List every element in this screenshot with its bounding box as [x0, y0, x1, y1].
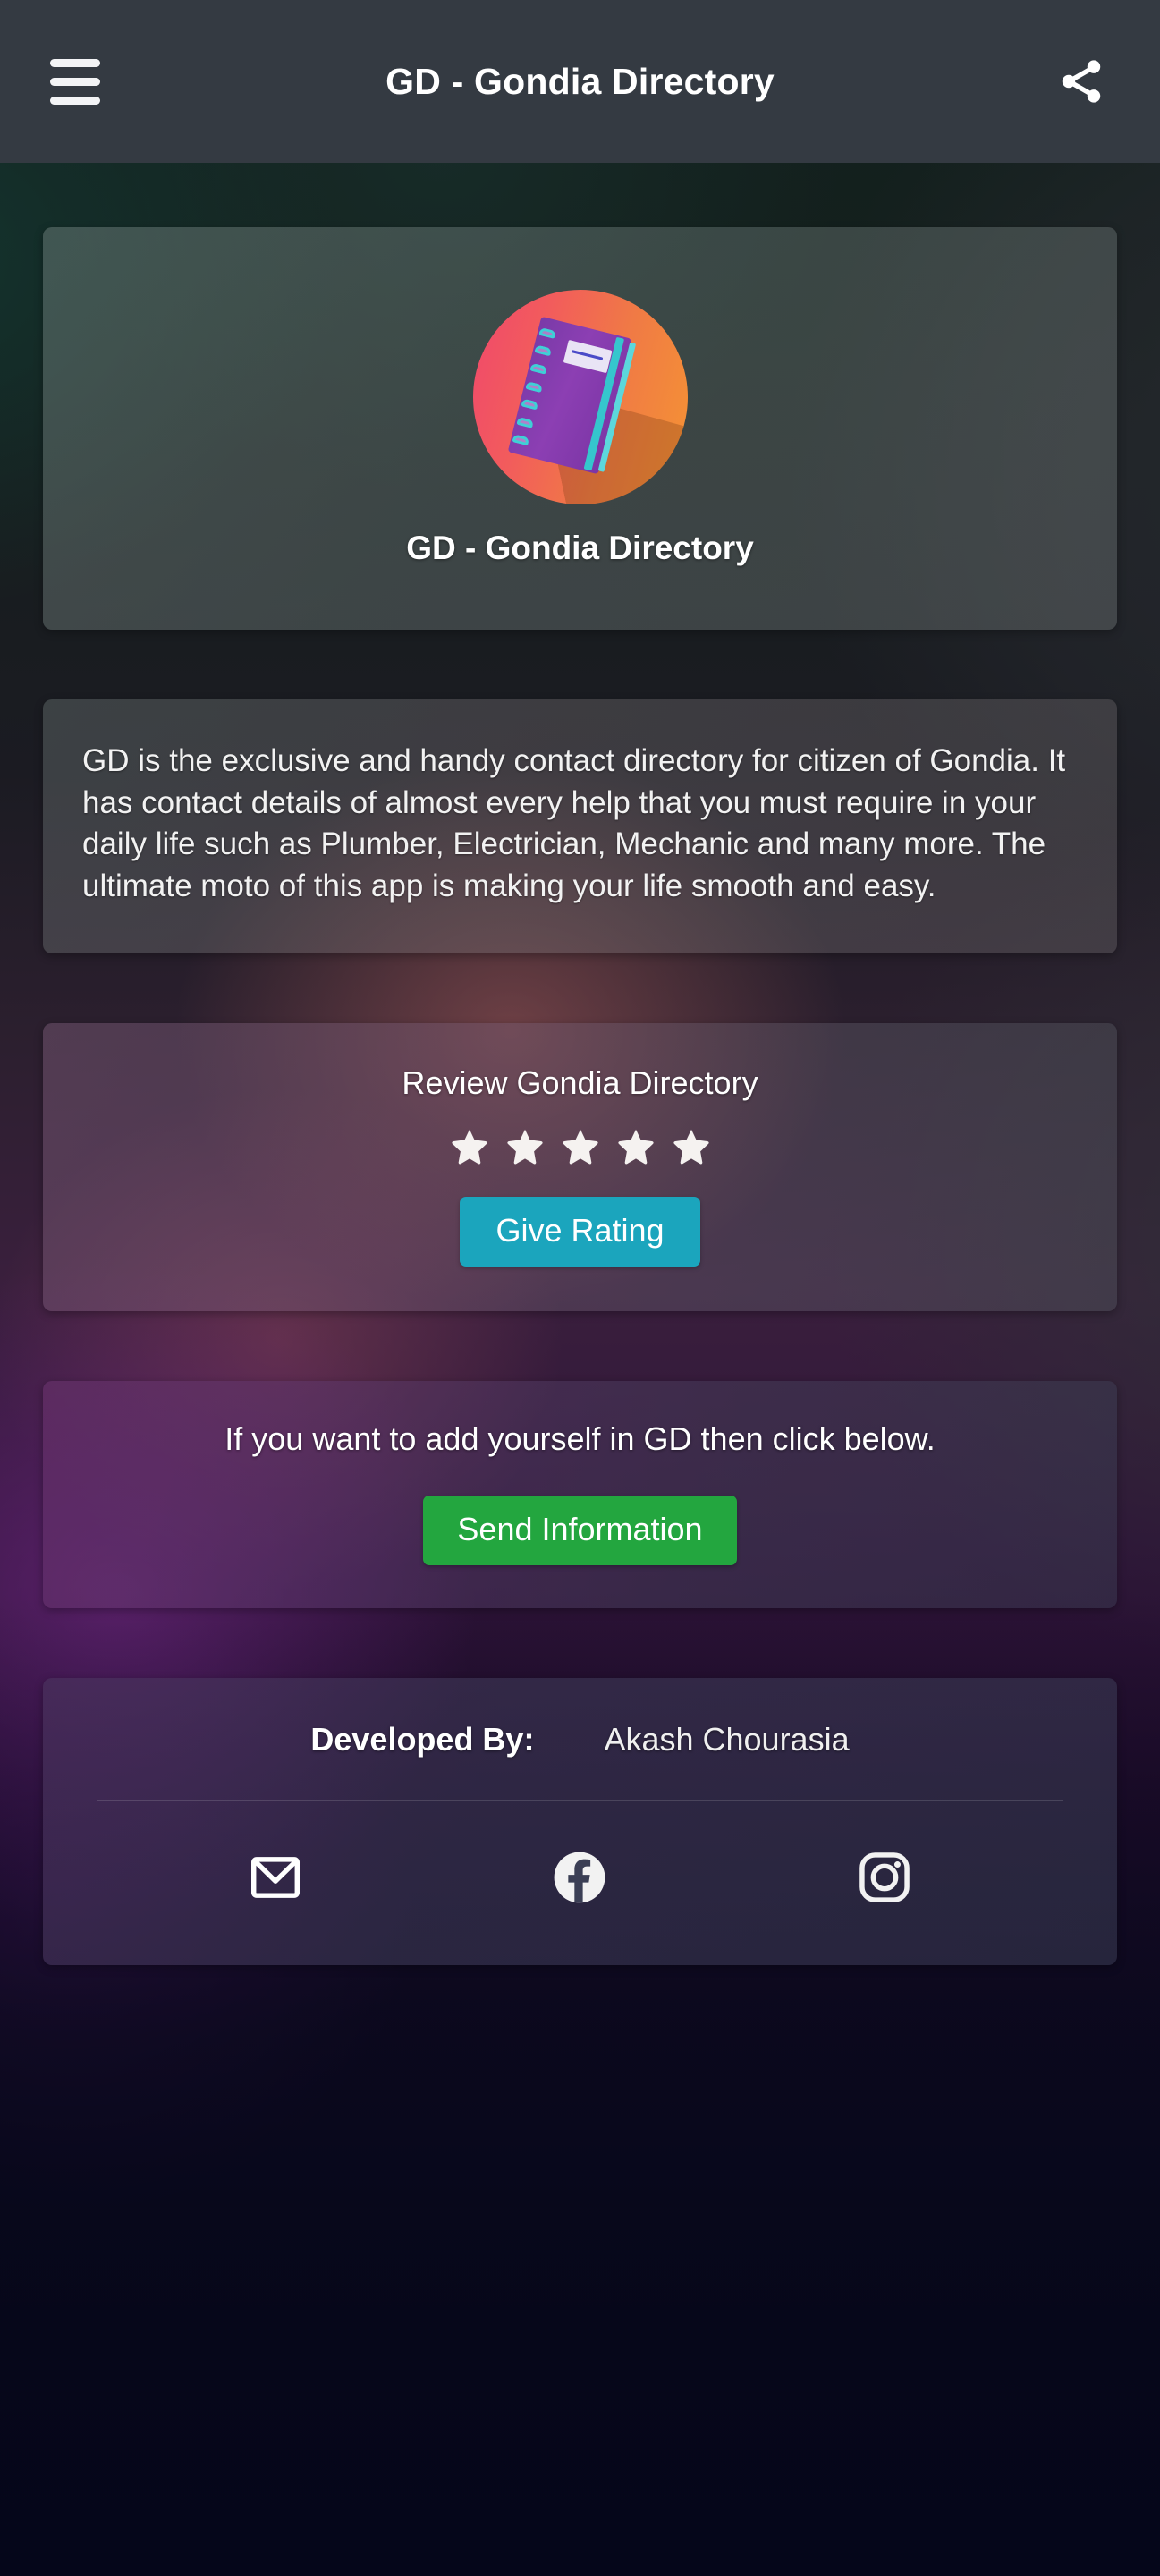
app-logo-card: GD - Gondia Directory	[43, 227, 1117, 630]
spiral-ring	[529, 362, 547, 375]
add-yourself-card: If you want to add yourself in GD then c…	[43, 1381, 1117, 1609]
star-3[interactable]	[561, 1125, 600, 1165]
developer-row: Developed By: Akash Chourasia	[79, 1721, 1081, 1800]
spiral-ring	[533, 344, 552, 357]
hamburger-bar-2	[50, 77, 100, 86]
developer-card: Developed By: Akash Chourasia	[43, 1678, 1117, 1966]
spiral-ring	[515, 416, 534, 428]
app-name-label: GD - Gondia Directory	[406, 530, 754, 566]
star-1[interactable]	[450, 1125, 489, 1165]
hamburger-bar-1	[50, 58, 100, 67]
content-area: GD - Gondia Directory GD is the exclusiv…	[0, 227, 1160, 1966]
app-top-bar: GD - Gondia Directory	[0, 0, 1160, 163]
email-icon[interactable]	[241, 1843, 309, 1911]
hamburger-menu-icon[interactable]	[43, 40, 125, 123]
gd-app-icon	[472, 290, 688, 504]
give-rating-button[interactable]: Give Rating	[460, 1197, 700, 1267]
instagram-icon[interactable]	[851, 1843, 919, 1911]
spiral-ring	[511, 434, 529, 446]
spiral-ring	[520, 398, 538, 411]
spiral-ring	[538, 326, 556, 339]
share-icon[interactable]	[1046, 46, 1117, 117]
app-description-card: GD is the exclusive and handy contact di…	[43, 699, 1117, 954]
app-description-text: GD is the exclusive and handy contact di…	[82, 743, 1066, 903]
facebook-icon[interactable]	[546, 1843, 614, 1911]
developer-name: Akash Chourasia	[604, 1721, 850, 1758]
page-title: GD - Gondia Directory	[385, 60, 775, 102]
developed-by-label: Developed By:	[310, 1721, 535, 1758]
hamburger-bar-3	[50, 96, 100, 105]
review-title: Review Gondia Directory	[402, 1064, 758, 1102]
star-2[interactable]	[505, 1125, 545, 1165]
review-card: Review Gondia Directory Give Rating	[43, 1023, 1117, 1312]
spiral-ring	[524, 380, 543, 393]
star-4[interactable]	[616, 1125, 656, 1165]
star-5[interactable]	[672, 1125, 711, 1165]
app-screen: GD - Gondia Directory GD - Gondia Direct…	[0, 0, 1160, 2576]
add-yourself-prompt: If you want to add yourself in GD then c…	[224, 1420, 936, 1458]
send-information-button[interactable]: Send Information	[423, 1496, 737, 1566]
star-rating-row[interactable]	[43, 1125, 1117, 1165]
social-links-row	[79, 1801, 1081, 1917]
